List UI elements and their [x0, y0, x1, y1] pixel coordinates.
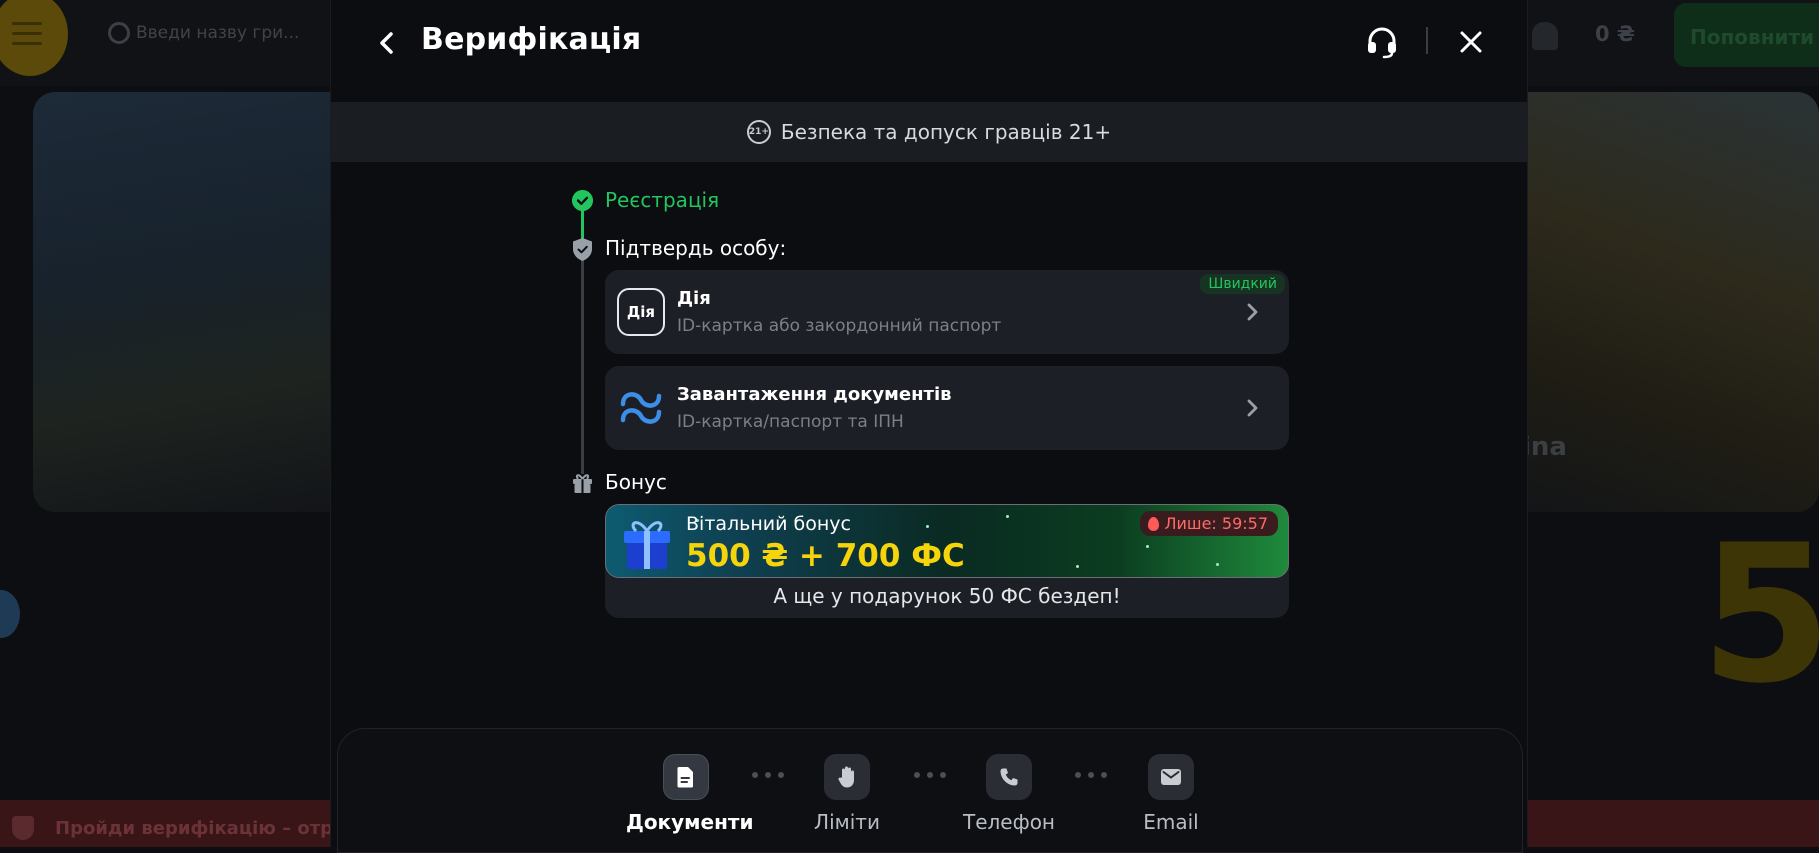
close-icon[interactable]: [1455, 26, 1487, 58]
headset-icon[interactable]: [1364, 24, 1400, 60]
gift-box-icon: [624, 521, 670, 569]
background-banner-text: ina: [1522, 432, 1567, 462]
modal-title: Верифікація: [421, 22, 642, 57]
document-upload-option[interactable]: Завантаження документів ID-картка/паспор…: [605, 366, 1289, 450]
topup-button: Поповнити: [1674, 3, 1819, 67]
background-search: Введи назву гри...: [108, 22, 299, 44]
search-placeholder: Введи назву гри...: [136, 23, 300, 43]
check-icon: [572, 190, 593, 211]
bonus-amount: 500 ₴ + 700 ФС: [686, 538, 965, 574]
tab-documents[interactable]: Документи: [626, 754, 754, 834]
chevron-right-icon: [1247, 303, 1258, 321]
tab-limits[interactable]: Ліміти: [787, 754, 907, 834]
step-dots: [752, 772, 784, 780]
bonus-banner: Вітальний бонус 500 ₴ + 700 ФС Лише: 59:…: [605, 504, 1289, 578]
tab-limits-label: Ліміти: [814, 810, 880, 834]
phone-icon: [986, 754, 1032, 800]
tab-email-label: Email: [1143, 810, 1199, 834]
background-banner-left: [33, 92, 373, 512]
step-confirm-identity: Підтвердь особу:: [605, 236, 787, 260]
diia-title: Дія: [677, 288, 711, 309]
bonus-timer: Лише: 59:57: [1139, 511, 1278, 536]
welcome-bonus-card[interactable]: Вітальний бонус 500 ₴ + 700 ФС Лише: 59:…: [605, 504, 1289, 618]
tab-phone-label: Телефон: [962, 810, 1056, 834]
bonus-label: Вітальний бонус: [686, 513, 851, 535]
modal-header: Верифікація: [331, 0, 1527, 102]
document-upload-subtitle: ID-картка/паспорт та ІПН: [677, 412, 904, 432]
bell-icon: [1532, 22, 1558, 50]
balance-display: 0 ₴: [1595, 22, 1635, 46]
flame-icon: [1147, 516, 1159, 531]
back-arrow-icon[interactable]: [373, 28, 401, 58]
shield-check-icon: [573, 238, 592, 261]
tab-documents-label: Документи: [626, 810, 754, 834]
verification-modal: Верифікація 21+ Безпека та допуск гравці…: [330, 0, 1528, 853]
background-promo-digit: 5: [1700, 504, 1819, 725]
document-icon: [663, 754, 709, 800]
search-icon: [108, 22, 130, 44]
email-icon: [1148, 754, 1194, 800]
diia-subtitle: ID-картка або закордонний паспорт: [677, 316, 1002, 336]
safety-banner-text: Безпека та допуск гравців 21+: [780, 120, 1112, 144]
verify-reminder-text: Пройди верифікацію – отр: [55, 818, 334, 839]
diia-logo: Дія: [617, 288, 665, 336]
sumsub-logo-icon: [620, 392, 662, 424]
step-registration: Реєстрація: [605, 188, 720, 212]
background-float-icon: [0, 590, 20, 638]
hand-icon: [824, 754, 870, 800]
step-bonus: Бонус: [605, 470, 667, 494]
tab-email[interactable]: Email: [1111, 754, 1231, 834]
header-divider: [1426, 27, 1428, 54]
tab-phone[interactable]: Телефон: [949, 754, 1069, 834]
chevron-right-icon: [1247, 399, 1258, 417]
shield-icon: [12, 816, 34, 840]
document-upload-title: Завантаження документів: [677, 384, 952, 405]
gift-icon: [573, 474, 592, 493]
safety-banner: 21+ Безпека та допуск гравців 21+: [331, 102, 1527, 162]
age-restriction-icon: 21+: [746, 120, 771, 144]
fast-badge: Швидкий: [1200, 274, 1285, 294]
bonus-extra-text: А ще у подарунок 50 ФС бездеп!: [773, 584, 1121, 608]
step-dots: [914, 772, 946, 780]
bottom-stepper: [337, 728, 1523, 853]
diia-option[interactable]: Дія Дія ID-картка або закордонний паспор…: [605, 270, 1289, 354]
bonus-timer-text: Лише: 59:57: [1164, 514, 1269, 533]
step-dots: [1075, 772, 1107, 780]
